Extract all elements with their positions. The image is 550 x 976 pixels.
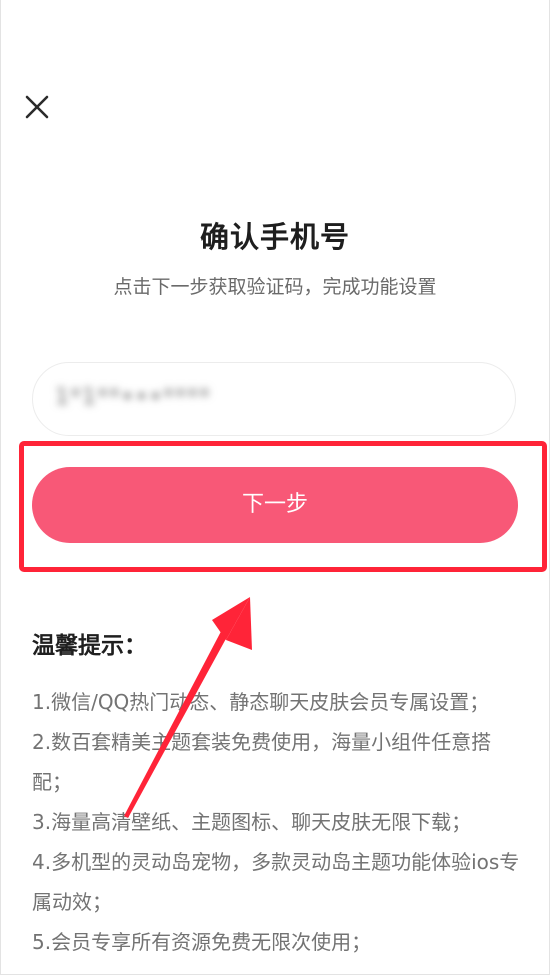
next-step-button[interactable]: 下一步 [32,467,518,543]
phone-number-value: 1*1**•••**** [55,385,211,410]
tips-heading: 温馨提示： [32,633,147,659]
tip-item: 3.海量高清壁纸、主题图标、聊天皮肤无限下载； [32,810,472,834]
tip-item: 2.数百套精美主题套装免费使用，海量小组件任意搭配； [32,730,492,794]
page-subtitle: 点击下一步获取验证码，完成功能设置 [113,276,437,298]
tip-item: 5.会员专享所有资源免费无限次使用； [32,930,372,954]
page-title: 确认手机号 [199,220,350,254]
phone-number-field[interactable]: 1*1**•••**** [32,362,516,436]
tips-list: 1.微信/QQ热门动态、静态聊天皮肤会员专属设置； 2.数百套精美主题套装免费使… [32,682,522,962]
tip-item: 4.多机型的灵动岛宠物，多款灵动岛主题功能体验ios专属动效； [32,850,520,914]
tip-item: 1.微信/QQ热门动态、静态聊天皮肤会员专属设置； [32,690,490,714]
close-button[interactable] [22,92,52,122]
close-icon [25,95,49,119]
